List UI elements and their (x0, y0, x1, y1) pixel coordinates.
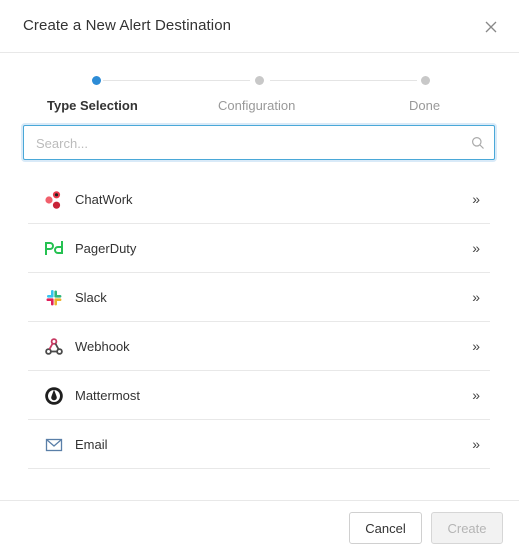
destination-item-email[interactable]: Email » (28, 420, 490, 469)
step-connector (103, 80, 250, 81)
steps-progress: Type Selection Configuration Done (0, 70, 519, 120)
step-label-type-selection: Type Selection (47, 98, 138, 113)
chevron-right-icon: » (472, 338, 480, 354)
step-label-configuration: Configuration (218, 98, 296, 113)
destination-label: Slack (75, 290, 107, 305)
destination-item-webhook[interactable]: Webhook » (28, 322, 490, 371)
dialog-header: Create a New Alert Destination (0, 0, 519, 53)
alert-destination-dialog: Create a New Alert Destination Type Sele… (0, 0, 519, 552)
destination-item-pagerduty[interactable]: PagerDuty » (28, 224, 490, 273)
pagerduty-icon (45, 241, 63, 255)
step-dot-configuration (255, 76, 264, 85)
chevron-right-icon: » (472, 289, 480, 305)
destination-label: Webhook (75, 339, 130, 354)
email-icon (45, 438, 63, 452)
search-input[interactable] (34, 126, 458, 161)
search-box (23, 125, 495, 161)
destination-label: ChatWork (75, 192, 133, 207)
cancel-button[interactable]: Cancel (349, 512, 422, 544)
dialog-title: Create a New Alert Destination (23, 17, 232, 34)
dialog-footer: Cancel Create (0, 500, 519, 552)
destination-list: ChatWork » PagerDuty » Slack » Webhook »… (28, 175, 490, 469)
mattermost-icon (45, 387, 63, 405)
destination-label: Email (75, 437, 108, 452)
destination-label: PagerDuty (75, 241, 137, 256)
chevron-right-icon: » (472, 387, 480, 403)
chatwork-icon (45, 191, 61, 209)
create-button[interactable]: Create (431, 512, 503, 544)
step-label-done: Done (409, 98, 441, 113)
destination-label: Mattermost (75, 388, 141, 403)
search-icon (472, 137, 484, 149)
webhook-icon (45, 338, 63, 355)
chevron-right-icon: » (472, 436, 480, 452)
close-icon[interactable] (480, 16, 502, 38)
destination-item-slack[interactable]: Slack » (28, 273, 490, 322)
slack-icon (46, 290, 62, 306)
chevron-right-icon: » (472, 240, 480, 256)
chevron-right-icon: » (472, 191, 480, 207)
step-dot-type-selection (92, 76, 101, 85)
step-dot-done (421, 76, 430, 85)
destination-item-mattermost[interactable]: Mattermost » (28, 371, 490, 420)
step-connector (270, 80, 417, 81)
destination-item-chatwork[interactable]: ChatWork » (28, 175, 490, 224)
